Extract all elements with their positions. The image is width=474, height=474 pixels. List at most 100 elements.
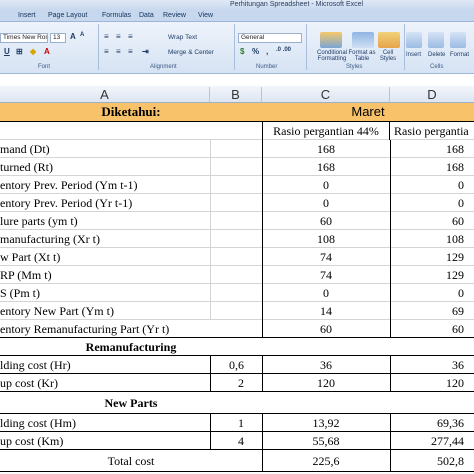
table-row[interactable]: lure parts (ym t) 60 60 (0, 212, 474, 230)
tab-insert[interactable]: Insert (18, 12, 36, 19)
alignment-group-label: Alignment (150, 64, 177, 70)
value-d: 0 (458, 196, 464, 210)
total-row[interactable]: Total cost 225,6 502,8 (0, 450, 474, 472)
row-label: RP (Mm t) (0, 268, 52, 282)
column-header-bar: A B C D (0, 86, 474, 103)
indent-icon[interactable]: ⇥ (142, 47, 149, 56)
percent-icon[interactable]: % (252, 47, 259, 56)
table-row[interactable]: RP (Mm t) 74 129 (0, 266, 474, 284)
table-row[interactable]: entory Remanufacturing Part (Yr t) 60 60 (0, 320, 474, 338)
column-header-d[interactable]: D (390, 87, 474, 102)
font-group-label: Font (38, 64, 51, 70)
value-c: 168 (317, 142, 335, 156)
section-row-remanufacturing[interactable]: Remanufacturing (0, 338, 474, 356)
align-middle-icon[interactable]: ≡ (116, 32, 121, 41)
ribbon: Times New Rom 13 A A U ⊞ ◆ A Font ≡ ≡ ≡ … (0, 22, 474, 74)
value-c: 0 (323, 178, 329, 192)
align-center-icon[interactable]: ≡ (116, 47, 121, 56)
scenario-d-label: Rasio pergantia (394, 124, 469, 138)
format-cells-icon[interactable] (450, 32, 466, 48)
font-size-box[interactable]: 13 (50, 33, 66, 43)
font-name-box[interactable]: Times New Rom (0, 33, 48, 43)
section-row-new-parts[interactable]: New Parts (0, 392, 474, 414)
borders-icon[interactable]: ⊞ (16, 47, 23, 56)
row-label: entory Prev. Period (Ym t-1) (0, 178, 138, 192)
comma-icon[interactable]: , (266, 47, 268, 56)
tab-view[interactable]: View (198, 12, 213, 19)
value-d: 60 (452, 214, 464, 228)
fill-color-icon[interactable]: ◆ (30, 47, 36, 56)
styles-group-label: Styles (346, 64, 363, 70)
tab-page-layout[interactable]: Page Layout (48, 12, 87, 19)
format-button[interactable]: Format (450, 52, 469, 58)
format-as-table-button[interactable]: Format as Table (348, 50, 376, 62)
title-bar: Perhitungan Spreadsheet - Microsoft Exce… (0, 0, 474, 10)
value-c: 74 (320, 250, 332, 264)
scenario-row[interactable]: Rasio pergantian 44% Rasio pergantia (0, 122, 474, 140)
format-as-table-icon[interactable] (352, 32, 374, 48)
value-d: 277,44 (431, 434, 464, 448)
conditional-formatting-icon[interactable] (320, 32, 342, 48)
table-row[interactable]: lding cost (Hr) 0,6 36 36 (0, 356, 474, 374)
group-separator (404, 24, 405, 70)
row-label: S (Pm t) (0, 286, 41, 300)
insert-cells-icon[interactable] (406, 32, 422, 48)
row-label: entory Prev. Period (Yr t-1) (0, 196, 133, 210)
align-bottom-icon[interactable]: ≡ (128, 32, 133, 41)
value-c: 55,68 (312, 434, 340, 448)
remanufacturing-title: Remanufacturing (85, 340, 177, 354)
table-row[interactable]: w Part (Xt t) 74 129 (0, 248, 474, 266)
conditional-formatting-button[interactable]: Conditional Formatting (312, 50, 352, 62)
decimal-icon[interactable]: .0 .00 (276, 47, 291, 53)
column-header-b[interactable]: B (210, 87, 262, 102)
table-row[interactable]: entory Prev. Period (Yr t-1) 0 0 (0, 194, 474, 212)
align-right-icon[interactable]: ≡ (128, 47, 133, 56)
delete-button[interactable]: Delete (428, 52, 445, 58)
tab-review[interactable]: Review (163, 12, 186, 19)
header-row[interactable]: Diketahui: Maret (0, 103, 474, 122)
row-label: lding cost (Hm) (0, 416, 76, 430)
align-left-icon[interactable]: ≡ (104, 47, 109, 56)
table-row[interactable]: entory New Part (Ym t) 14 69 (0, 302, 474, 320)
cell-styles-icon[interactable] (378, 32, 400, 48)
cell-border (210, 176, 211, 194)
table-row[interactable]: S (Pm t) 0 0 (0, 284, 474, 302)
align-top-icon[interactable]: ≡ (104, 32, 109, 41)
delete-cells-icon[interactable] (428, 32, 444, 48)
column-header-c[interactable]: C (262, 87, 390, 102)
grow-font-icon[interactable]: A (70, 32, 76, 41)
cell-border (210, 230, 211, 248)
value-c: 108 (317, 232, 335, 246)
value-c: 60 (320, 214, 332, 228)
column-header-a[interactable]: A (0, 87, 210, 102)
diketahui-label: Diketahui: (101, 104, 161, 119)
currency-icon[interactable]: $ (240, 47, 244, 56)
table-row[interactable]: up cost (Kr) 2 120 120 (0, 374, 474, 392)
table-row[interactable]: up cost (Km) 4 55,68 277,44 (0, 432, 474, 450)
table-row[interactable]: manufacturing (Xr t) 108 108 (0, 230, 474, 248)
value-d: 36 (452, 358, 464, 372)
total-label: Total cost (107, 454, 155, 468)
value-d: 0 (458, 178, 464, 192)
wrap-text-button[interactable]: Wrap Text (168, 34, 197, 41)
table-row[interactable]: lding cost (Hm) 1 13,92 69,36 (0, 414, 474, 432)
cell-border (210, 266, 211, 284)
row-label: entory Remanufacturing Part (Yr t) (0, 322, 170, 336)
row-label: entory New Part (Ym t) (0, 304, 114, 318)
cell-styles-button[interactable]: Cell Styles (376, 50, 400, 62)
merge-center-button[interactable]: Merge & Center (168, 49, 214, 56)
value-c: 120 (317, 376, 335, 390)
shrink-font-icon[interactable]: A (80, 32, 84, 38)
tab-formulas[interactable]: Formulas (102, 12, 131, 19)
underline-icon[interactable]: U (4, 47, 10, 56)
insert-button[interactable]: Insert (406, 52, 421, 58)
font-color-icon[interactable]: A (44, 47, 50, 56)
table-row[interactable]: turned (Rt) 168 168 (0, 158, 474, 176)
number-format-box[interactable]: General (238, 33, 302, 43)
value-d: 129 (446, 250, 464, 264)
tab-data[interactable]: Data (139, 12, 154, 19)
new-parts-title: New Parts (104, 396, 158, 410)
table-row[interactable]: mand (Dt) 168 168 (0, 140, 474, 158)
table-row[interactable]: entory Prev. Period (Ym t-1) 0 0 (0, 176, 474, 194)
number-group-label: Number (256, 64, 278, 70)
